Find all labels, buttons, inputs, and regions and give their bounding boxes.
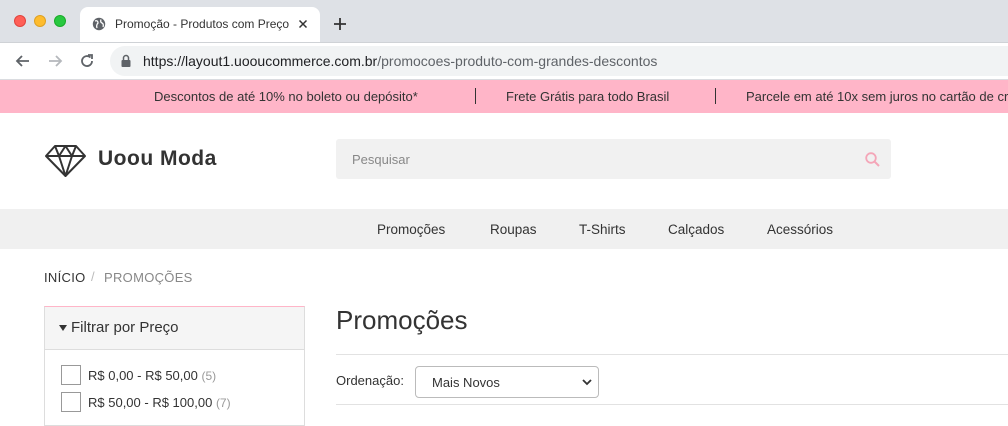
nav-item-promocoes[interactable]: Promoções bbox=[377, 222, 445, 237]
price-range-count: (5) bbox=[201, 369, 217, 383]
reload-icon[interactable] bbox=[78, 52, 96, 70]
maximize-window-button[interactable] bbox=[54, 15, 66, 27]
price-filter-option[interactable]: R$ 50,00 - R$ 100,00 (7) bbox=[88, 395, 231, 410]
category-nav: Promoções Roupas T-Shirts Calçados Acess… bbox=[0, 209, 1008, 249]
url-text: https://layout1.uooucommerce.com.br/prom… bbox=[143, 53, 657, 69]
divider bbox=[336, 354, 1008, 355]
price-range-count: (7) bbox=[215, 396, 231, 410]
diamond-icon[interactable] bbox=[44, 144, 87, 178]
search-input[interactable] bbox=[336, 139, 846, 179]
price-range-label: R$ 0,00 - R$ 50,00 bbox=[88, 368, 198, 383]
promo-item-shipping: Frete Grátis para todo Brasil bbox=[506, 89, 670, 104]
search-icon[interactable] bbox=[865, 152, 880, 167]
url-host: https://layout1.uooucommerce.com.br bbox=[143, 53, 378, 69]
nav-item-acessorios[interactable]: Acessórios bbox=[767, 222, 833, 237]
nav-item-calcados[interactable]: Calçados bbox=[668, 222, 724, 237]
forward-arrow-icon[interactable] bbox=[46, 52, 64, 70]
globe-icon bbox=[92, 17, 106, 31]
nav-item-tshirts[interactable]: T-Shirts bbox=[579, 222, 626, 237]
caret-down-icon bbox=[59, 325, 67, 331]
price-filter-option[interactable]: R$ 0,00 - R$ 50,00 (5) bbox=[88, 368, 216, 383]
price-filter-header[interactable]: Filtrar por Preço bbox=[45, 307, 304, 350]
close-window-button[interactable] bbox=[14, 15, 26, 27]
lock-icon bbox=[121, 54, 131, 67]
price-filter-checkbox[interactable] bbox=[61, 365, 81, 385]
sort-label: Ordenação: bbox=[336, 373, 404, 388]
browser-tab-active[interactable]: Promoção - Produtos com Preço bbox=[80, 7, 320, 42]
back-arrow-icon[interactable] bbox=[14, 52, 32, 70]
sort-select[interactable]: Mais Novos bbox=[415, 366, 599, 398]
page-title: Promoções bbox=[336, 305, 468, 335]
price-filter-checkbox[interactable] bbox=[61, 392, 81, 412]
browser-titlebar: Promoção - Produtos com Preço bbox=[0, 0, 1008, 43]
sort-selected-value: Mais Novos bbox=[432, 375, 500, 390]
promo-item-discount: Descontos de até 10% no boleto ou depósi… bbox=[154, 89, 418, 104]
breadcrumb-separator: / bbox=[91, 269, 95, 284]
promo-item-installments: Parcele em até 10x sem juros no cartão d… bbox=[746, 89, 1008, 104]
price-filter-title: Filtrar por Preço bbox=[71, 319, 179, 336]
divider bbox=[336, 404, 1008, 405]
promo-divider bbox=[715, 88, 716, 104]
breadcrumb-current: PROMOÇÕES bbox=[104, 270, 193, 285]
new-tab-plus-icon[interactable] bbox=[332, 16, 348, 32]
store-logo-text[interactable]: Uoou Moda bbox=[98, 147, 217, 171]
search-box bbox=[336, 139, 891, 179]
tab-title: Promoção - Produtos com Preço bbox=[115, 17, 290, 31]
price-range-label: R$ 50,00 - R$ 100,00 bbox=[88, 395, 213, 410]
browser-toolbar: https://layout1.uooucommerce.com.br/prom… bbox=[0, 43, 1008, 80]
close-tab-icon[interactable] bbox=[296, 17, 310, 31]
address-bar[interactable]: https://layout1.uooucommerce.com.br/prom… bbox=[110, 46, 1008, 76]
promo-divider bbox=[475, 88, 476, 104]
promo-bar: Descontos de até 10% no boleto ou depósi… bbox=[0, 80, 1008, 113]
minimize-window-button[interactable] bbox=[34, 15, 46, 27]
url-path: /promocoes-produto-com-grandes-descontos bbox=[377, 53, 658, 69]
breadcrumb-home[interactable]: INÍCIO bbox=[44, 270, 86, 285]
chevron-down-icon bbox=[582, 379, 592, 386]
nav-item-roupas[interactable]: Roupas bbox=[490, 222, 537, 237]
price-filter-panel: Filtrar por Preço R$ 0,00 - R$ 50,00 (5)… bbox=[44, 306, 305, 426]
